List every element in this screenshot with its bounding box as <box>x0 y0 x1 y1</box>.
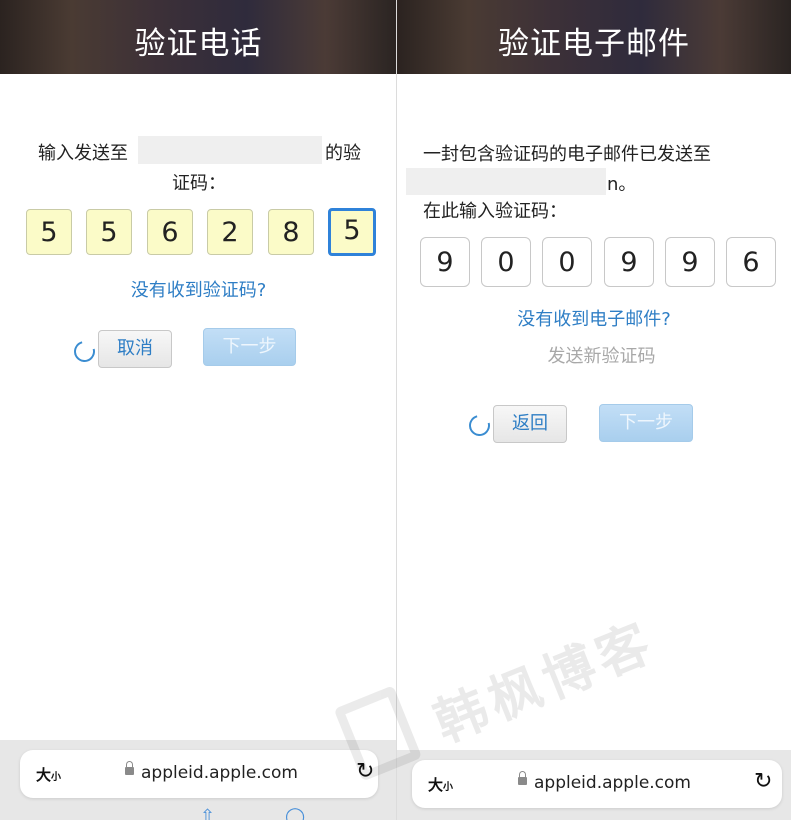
left-bookmarks-icon[interactable]: ◯ <box>285 806 305 820</box>
right-no-email-link[interactable]: 没有收到电子邮件? <box>397 305 791 331</box>
left-text-size-small: 小 <box>51 772 62 783</box>
left-lock-icon <box>125 761 134 775</box>
right-next-button[interactable]: 下一步 <box>599 404 693 442</box>
right-code-digit-3[interactable]: 0 <box>542 237 592 287</box>
right-browser-toolbar: 大小 appleid.apple.com ↻ <box>397 750 791 820</box>
left-redacted-phone <box>138 136 322 164</box>
right-text-size-small: 小 <box>443 782 454 793</box>
left-url-text: appleid.apple.com <box>141 763 298 783</box>
left-prompt-line2: 证码： <box>172 173 226 194</box>
left-page-title: 验证电话 <box>134 26 263 62</box>
left-next-button[interactable]: 下一步 <box>203 328 296 366</box>
right-code-digit-2[interactable]: 0 <box>481 237 531 287</box>
resend-code-text[interactable]: 发送新验证码 <box>397 342 791 368</box>
right-redacted-email <box>406 168 606 195</box>
right-code-digit-4[interactable]: 9 <box>604 237 654 287</box>
right-header: 验证电子邮件 <box>397 0 791 74</box>
right-text-size-large: 大 <box>428 776 444 794</box>
left-reload-icon[interactable]: ↻ <box>356 759 374 784</box>
right-lock-icon <box>518 771 527 785</box>
right-address-bar[interactable]: 大小 appleid.apple.com ↻ <box>412 760 782 808</box>
left-header: 验证电话 <box>0 0 397 74</box>
left-prompt-end: 的验 <box>325 143 361 164</box>
right-prompt-line1: 一封包含验证码的电子邮件已发送至 <box>423 144 711 165</box>
left-text-size-button[interactable]: 大小 <box>36 764 61 785</box>
left-prompt-start: 输入发送至 <box>38 143 128 164</box>
left-share-icon[interactable]: ⇧ <box>200 806 215 820</box>
left-browser-toolbar: 大小 appleid.apple.com ↻ ⇧ ◯ <box>0 740 397 820</box>
right-code-digit-1[interactable]: 9 <box>420 237 470 287</box>
cancel-button[interactable]: 取消 <box>98 330 172 368</box>
right-code-digit-5[interactable]: 9 <box>665 237 715 287</box>
left-text-size-large: 大 <box>36 766 52 784</box>
back-button[interactable]: 返回 <box>493 405 567 443</box>
right-page-title: 验证电子邮件 <box>498 26 690 62</box>
right-code-digit-6[interactable]: 6 <box>726 237 776 287</box>
right-prompt-line3: 在此输入验证码： <box>423 201 567 222</box>
left-phone-verification-screen: 验证电话 输入发送至 的验 证码： 5 5 6 2 8 5 没有收到验证码? 取… <box>0 0 397 820</box>
right-url-text: appleid.apple.com <box>534 773 691 793</box>
left-address-bar[interactable]: 大小 appleid.apple.com ↻ <box>20 750 378 798</box>
right-prompt-line2-tail: n。 <box>607 174 637 195</box>
right-reload-icon[interactable]: ↻ <box>754 769 772 794</box>
left-code-digit-3[interactable]: 6 <box>147 209 193 255</box>
left-no-code-link[interactable]: 没有收到验证码? <box>0 276 397 302</box>
right-text-size-button[interactable]: 大小 <box>428 774 453 795</box>
left-code-digit-6[interactable]: 5 <box>328 208 376 256</box>
left-loading-spinner-icon <box>70 337 99 366</box>
left-code-digit-2[interactable]: 5 <box>86 209 132 255</box>
left-code-digit-5[interactable]: 8 <box>268 209 314 255</box>
left-code-digit-4[interactable]: 2 <box>207 209 253 255</box>
right-email-verification-screen: 验证电子邮件 一封包含验证码的电子邮件已发送至 n。 在此输入验证码： 9 0 … <box>397 0 791 820</box>
left-code-digit-1[interactable]: 5 <box>26 209 72 255</box>
right-loading-spinner-icon <box>465 411 494 440</box>
pane-divider <box>396 0 397 820</box>
